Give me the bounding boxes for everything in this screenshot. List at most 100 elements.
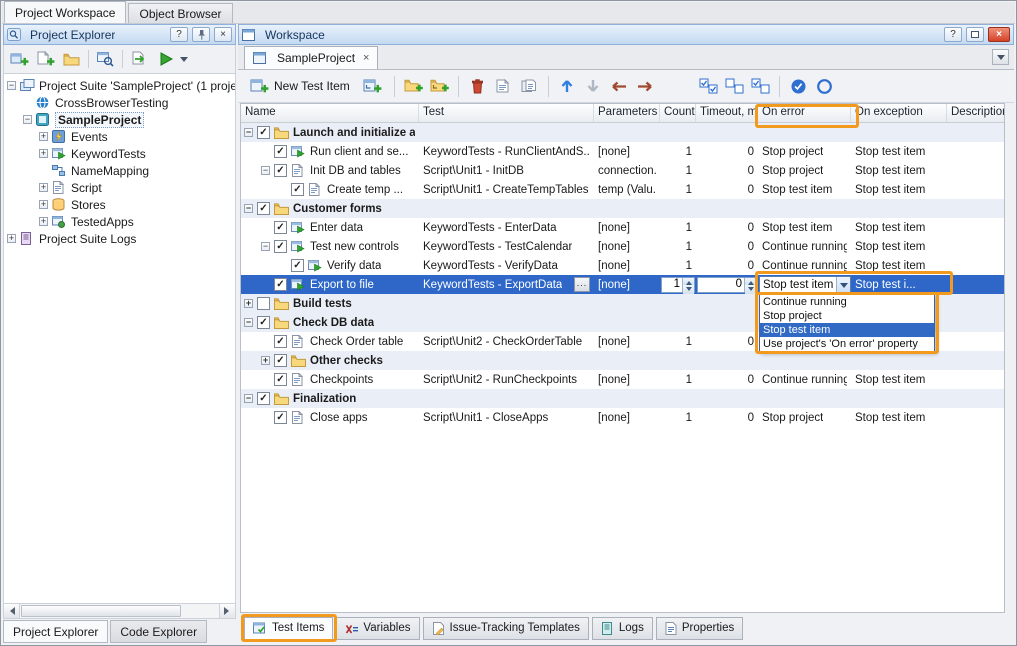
- on-error-cell[interactable]: Stop test item: [758, 180, 851, 199]
- timeout-cell[interactable]: 0: [696, 142, 758, 161]
- count-cell[interactable]: 1: [660, 408, 696, 427]
- delete-button[interactable]: [466, 75, 489, 98]
- spin-up-button[interactable]: [683, 278, 694, 285]
- spin-down-button[interactable]: [683, 285, 694, 294]
- column-header-on-error[interactable]: On error: [758, 104, 851, 122]
- parameters-cell[interactable]: [none]: [594, 370, 660, 389]
- count-cell[interactable]: 1: [660, 237, 696, 256]
- tree-item-project-suite-sampleproject-1-project[interactable]: −Project Suite 'SampleProject' (1 projec…: [4, 77, 235, 94]
- radio-circle-button[interactable]: [813, 75, 836, 98]
- description-cell[interactable]: [947, 275, 1004, 294]
- move-right-button[interactable]: [634, 75, 657, 98]
- on-exception-cell[interactable]: Stop test item: [851, 180, 947, 199]
- test-item-row-export-to-file[interactable]: ✓Export to fileKeywordTests - ExportData…: [241, 275, 1004, 294]
- float-window-button[interactable]: [966, 27, 984, 42]
- tab-list-dropdown-button[interactable]: [992, 49, 1009, 65]
- tree-expander-icon[interactable]: +: [39, 149, 48, 158]
- add-project-item-button[interactable]: [34, 48, 57, 71]
- tree-item-project-suite-logs[interactable]: +Project Suite Logs: [4, 230, 235, 247]
- item-checkbox[interactable]: [257, 297, 270, 310]
- tree-horizontal-scrollbar[interactable]: [3, 604, 236, 619]
- tree-item-namemapping[interactable]: NameMapping: [4, 162, 235, 179]
- description-cell[interactable]: [947, 180, 1004, 199]
- parameters-cell[interactable]: [none]: [594, 237, 660, 256]
- parameters-cell[interactable]: [none]: [594, 218, 660, 237]
- row-expander-icon[interactable]: +: [244, 299, 253, 308]
- tree-expander-icon[interactable]: −: [7, 81, 16, 90]
- on-error-cell[interactable]: Continue running: [758, 370, 851, 389]
- group-row-launch-and-initialize-applications[interactable]: −✓Launch and initialize applications: [241, 123, 1004, 142]
- timeout-cell[interactable]: 0: [696, 180, 758, 199]
- on-error-cell[interactable]: Continue running: [758, 237, 851, 256]
- test-item-row-run-client-and-se[interactable]: ✓Run client and se...KeywordTests - RunC…: [241, 142, 1004, 161]
- help-button[interactable]: ?: [944, 27, 962, 42]
- on-exception-cell[interactable]: Stop test item: [851, 142, 947, 161]
- on-exception-cell[interactable]: Stop test item: [851, 256, 947, 275]
- copy-button[interactable]: [492, 75, 515, 98]
- on-error-cell[interactable]: Stop project: [758, 142, 851, 161]
- row-expander-icon[interactable]: −: [261, 242, 270, 251]
- group-row-finalization[interactable]: −✓Finalization: [241, 389, 1004, 408]
- scroll-right-button[interactable]: [219, 604, 235, 618]
- name-cell[interactable]: −✓Finalization: [241, 389, 419, 408]
- column-header-on-exception[interactable]: On exception: [851, 104, 947, 122]
- top-tab-project-workspace[interactable]: Project Workspace: [4, 1, 126, 23]
- new-child-group-button[interactable]: [428, 75, 451, 98]
- tab-test-items[interactable]: Test Items: [244, 617, 333, 640]
- item-checkbox[interactable]: ✓: [274, 164, 287, 177]
- item-checkbox[interactable]: ✓: [274, 373, 287, 386]
- name-cell[interactable]: +✓Other checks: [241, 351, 419, 370]
- name-cell[interactable]: ✓Export to file: [241, 275, 419, 294]
- count-cell[interactable]: 1: [660, 161, 696, 180]
- test-item-row-checkpoints[interactable]: ✓CheckpointsScript\Unit2 - RunCheckpoint…: [241, 370, 1004, 389]
- count-cell[interactable]: 1: [660, 256, 696, 275]
- dropdown-option-stop-project[interactable]: Stop project: [760, 309, 934, 323]
- column-header-parameters[interactable]: Parameters: [594, 104, 660, 122]
- test-cell[interactable]: KeywordTests - ExportData...: [419, 275, 594, 294]
- timeout-cell[interactable]: 0: [696, 218, 758, 237]
- column-header-count[interactable]: Count: [660, 104, 696, 122]
- name-cell[interactable]: ✓Enter data: [241, 218, 419, 237]
- row-expander-icon[interactable]: −: [244, 128, 253, 137]
- scroll-left-button[interactable]: [4, 604, 20, 618]
- item-checkbox[interactable]: ✓: [257, 392, 270, 405]
- item-checkbox[interactable]: ✓: [291, 259, 304, 272]
- scrollbar-track[interactable]: [20, 604, 219, 618]
- item-checkbox[interactable]: ✓: [274, 411, 287, 424]
- timeout-cell[interactable]: 0: [696, 370, 758, 389]
- group-row-other-checks[interactable]: +✓Other checks: [241, 351, 1004, 370]
- on-error-combobox[interactable]: Stop test item: [759, 276, 851, 293]
- test-item-row-create-temp[interactable]: ✓Create temp ...Script\Unit1 - CreateTem…: [241, 180, 1004, 199]
- dropdown-option-stop-test-item[interactable]: Stop test item: [760, 323, 934, 337]
- top-tab-object-browser[interactable]: Object Browser: [128, 3, 232, 23]
- close-tab-icon[interactable]: ×: [363, 52, 369, 64]
- timeout-cell[interactable]: 0: [696, 161, 758, 180]
- tree-expander-icon[interactable]: +: [7, 234, 16, 243]
- spin-down-button[interactable]: [745, 285, 756, 294]
- name-cell[interactable]: ✓Check Order table: [241, 332, 419, 351]
- description-cell[interactable]: [947, 237, 1004, 256]
- parameters-cell[interactable]: [none]: [594, 256, 660, 275]
- dropdown-option-continue-running[interactable]: Continue running: [760, 295, 934, 309]
- column-header-test[interactable]: Test: [419, 104, 594, 122]
- count-cell[interactable]: 1: [660, 218, 696, 237]
- test-cell[interactable]: KeywordTests - VerifyData: [419, 256, 594, 275]
- description-cell[interactable]: [947, 218, 1004, 237]
- tree-expander-icon[interactable]: +: [39, 217, 48, 226]
- description-cell[interactable]: [947, 370, 1004, 389]
- row-expander-icon[interactable]: −: [244, 318, 253, 327]
- tree-expander-icon[interactable]: +: [39, 132, 48, 141]
- name-cell[interactable]: ✓Verify data: [241, 256, 419, 275]
- test-cell[interactable]: Script\Unit2 - RunCheckpoints: [419, 370, 594, 389]
- row-expander-icon[interactable]: −: [244, 204, 253, 213]
- column-header-timeout-mi[interactable]: Timeout, mi...: [696, 104, 758, 122]
- test-item-row-init-db-and-tables[interactable]: −✓Init DB and tablesScript\Unit1 - InitD…: [241, 161, 1004, 180]
- add-project-suite-button[interactable]: [8, 48, 31, 71]
- on-exception-cell[interactable]: Stop test item: [851, 237, 947, 256]
- close-workspace-button[interactable]: ×: [988, 27, 1010, 42]
- move-left-button[interactable]: [608, 75, 631, 98]
- test-item-row-test-new-controls[interactable]: −✓Test new controlsKeywordTests - TestCa…: [241, 237, 1004, 256]
- tab-properties[interactable]: Properties: [656, 617, 743, 640]
- group-row-customer-forms[interactable]: −✓Customer forms: [241, 199, 1004, 218]
- name-cell[interactable]: ✓Run client and se...: [241, 142, 419, 161]
